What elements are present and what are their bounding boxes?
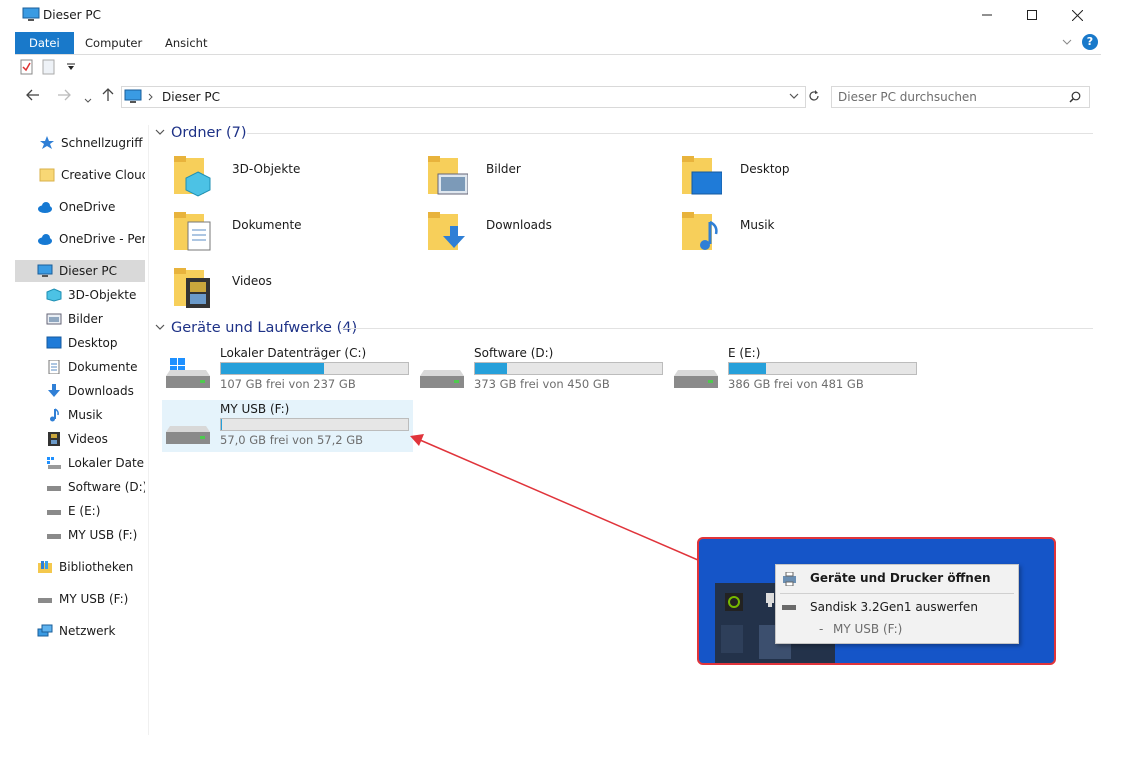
menu-dash: - <box>819 622 824 636</box>
menu-item-open-devices[interactable]: Geräte und Drucker öffnen <box>810 571 991 585</box>
printer-icon <box>783 572 796 586</box>
nvidia-icon[interactable] <box>725 593 743 611</box>
drive-icon <box>782 605 796 610</box>
context-menu: Geräte und Drucker öffnen Sandisk 3.2Gen… <box>775 564 1019 644</box>
menu-subitem-my-usb: MY USB (F:) <box>833 622 903 636</box>
menu-separator <box>780 593 1014 594</box>
menu-item-eject[interactable]: Sandisk 3.2Gen1 auswerfen <box>810 600 978 614</box>
tray-slot <box>721 625 743 653</box>
